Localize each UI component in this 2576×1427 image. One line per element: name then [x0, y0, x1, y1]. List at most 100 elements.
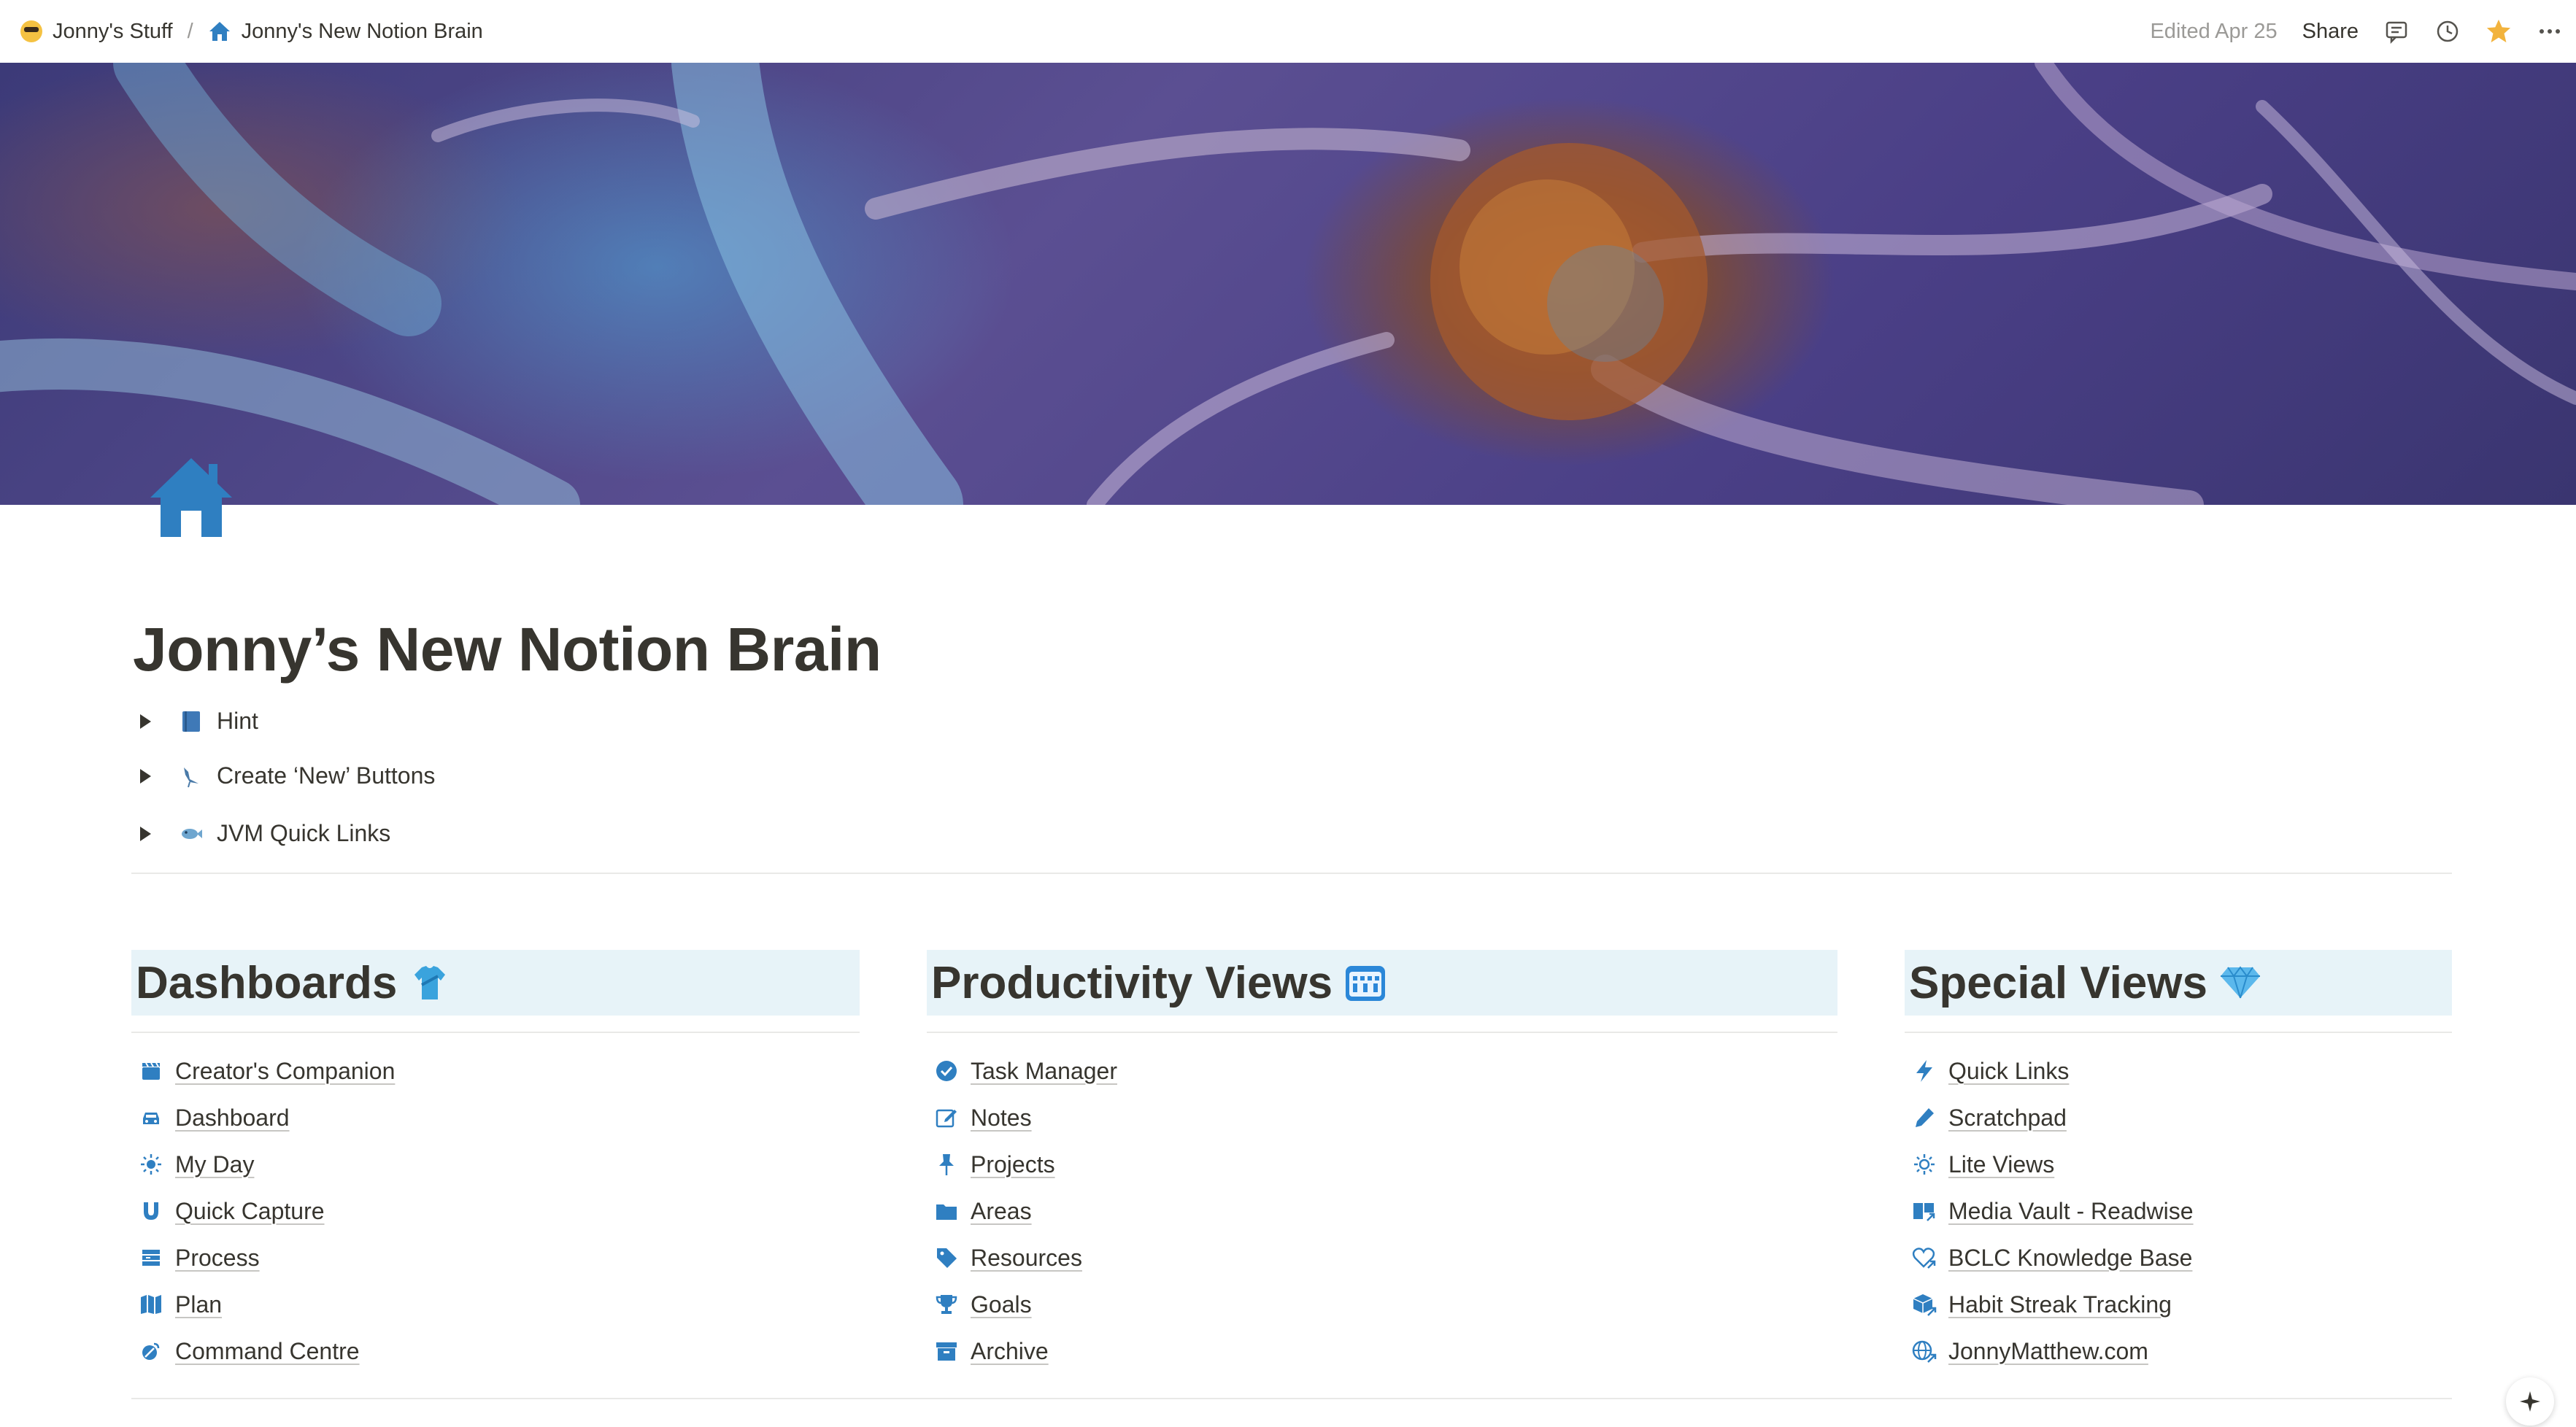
house-icon: [209, 22, 230, 41]
link-habit-streak-tracking[interactable]: Habit Streak Tracking: [1905, 1281, 2452, 1328]
column-rule: [1905, 1032, 2452, 1033]
toggle-hint[interactable]: Hint: [140, 708, 258, 735]
map-icon: [139, 1292, 163, 1317]
link-quick-capture[interactable]: Quick Capture: [131, 1188, 860, 1234]
toggle-create-new-buttons[interactable]: Create ‘New’ Buttons: [140, 762, 435, 789]
toggle-create-new-buttons-label: Create ‘New’ Buttons: [217, 762, 436, 789]
link-label[interactable]: Quick Capture: [175, 1198, 325, 1225]
history-icon[interactable]: [2434, 18, 2461, 45]
link-label[interactable]: Quick Links: [1948, 1058, 2069, 1085]
link-label[interactable]: BCLC Knowledge Base: [1948, 1245, 2192, 1272]
checkmark-icon: [934, 1059, 959, 1083]
link-label[interactable]: Dashboard: [175, 1105, 290, 1132]
link-creators-companion[interactable]: Creator's Companion: [131, 1048, 860, 1094]
link-scratchpad[interactable]: Scratchpad: [1905, 1094, 2452, 1141]
fish-icon: [179, 821, 204, 846]
link-quick-links[interactable]: Quick Links: [1905, 1048, 2452, 1094]
column-header: Special Views: [1905, 950, 2452, 1016]
column-special-views: Special Views Quick Links Scratchpad Lit…: [1905, 950, 2452, 1374]
link-label[interactable]: Resources: [971, 1245, 1082, 1272]
link-label[interactable]: JonnyMatthew.com: [1948, 1338, 2148, 1365]
link-label[interactable]: Task Manager: [971, 1058, 1117, 1085]
link-my-day[interactable]: My Day: [131, 1141, 860, 1188]
link-label[interactable]: Media Vault - Readwise: [1948, 1198, 2194, 1225]
link-lite-views[interactable]: Lite Views: [1905, 1141, 2452, 1188]
link-label[interactable]: Process: [175, 1245, 260, 1272]
link-list: Task Manager Notes Projects Areas Resour…: [927, 1048, 1837, 1374]
toggle-hint-label: Hint: [217, 708, 258, 734]
link-list: Creator's Companion Dashboard My Day Qui…: [131, 1048, 860, 1374]
link-command-centre[interactable]: Command Centre: [131, 1328, 860, 1374]
breadcrumb: Jonny's Stuff / Jonny's New Notion Brain: [13, 15, 490, 48]
column-title: Special Views: [1909, 957, 2207, 1008]
more-icon[interactable]: [2537, 18, 2563, 45]
link-areas[interactable]: Areas: [927, 1188, 1837, 1234]
link-label[interactable]: My Day: [175, 1151, 254, 1178]
cover-image: [0, 63, 2576, 505]
column-header: Dashboards: [131, 950, 860, 1016]
car-icon: [139, 1105, 163, 1130]
link-jonnymatthew-com[interactable]: JonnyMatthew.com: [1905, 1328, 2452, 1374]
comment-icon[interactable]: [2383, 18, 2410, 45]
pen-icon: [1912, 1105, 1937, 1130]
link-dashboard[interactable]: Dashboard: [131, 1094, 860, 1141]
link-archive[interactable]: Archive: [927, 1328, 1837, 1374]
link-projects[interactable]: Projects: [927, 1141, 1837, 1188]
toggle-arrow-icon[interactable]: [140, 826, 151, 841]
cube-link-icon: [1912, 1292, 1937, 1317]
link-label[interactable]: Command Centre: [175, 1338, 360, 1365]
page-title[interactable]: Jonny’s New Notion Brain: [133, 614, 882, 685]
folder-icon: [934, 1199, 959, 1223]
link-process[interactable]: Process: [131, 1234, 860, 1281]
archive-icon: [934, 1339, 959, 1364]
link-label[interactable]: Creator's Companion: [175, 1058, 395, 1085]
link-plan[interactable]: Plan: [131, 1281, 860, 1328]
link-bclc-knowledge-base[interactable]: BCLC Knowledge Base: [1905, 1234, 2452, 1281]
toggle-arrow-icon[interactable]: [140, 768, 151, 784]
toggle-jvm-quick-links[interactable]: JVM Quick Links: [140, 820, 390, 847]
link-label[interactable]: Habit Streak Tracking: [1948, 1291, 2172, 1318]
sun-outline-icon: [1912, 1152, 1937, 1177]
link-label[interactable]: Scratchpad: [1948, 1105, 2067, 1132]
link-goals[interactable]: Goals: [927, 1281, 1837, 1328]
breadcrumb-page-label: Jonny's New Notion Brain: [241, 19, 483, 43]
breadcrumb-page[interactable]: Jonny's New Notion Brain: [201, 15, 490, 48]
column-rule: [927, 1032, 1837, 1033]
edited-timestamp: Edited Apr 25: [2150, 19, 2278, 43]
breadcrumb-separator: /: [187, 19, 193, 43]
tshirt-icon: [409, 962, 451, 1004]
magnet-icon: [139, 1199, 163, 1223]
column-productivity-views: Productivity Views Task Manager Notes Pr…: [927, 950, 1837, 1374]
link-label[interactable]: Projects: [971, 1151, 1055, 1178]
link-label[interactable]: Lite Views: [1948, 1151, 2054, 1178]
link-label[interactable]: Areas: [971, 1198, 1032, 1225]
toggle-arrow-icon[interactable]: [140, 714, 151, 729]
book-icon: [179, 709, 204, 734]
book-link-icon: [1912, 1199, 1937, 1223]
column-header: Productivity Views: [927, 950, 1837, 1016]
house-icon[interactable]: [146, 452, 236, 543]
clapper-icon: [139, 1059, 163, 1083]
sparkle-icon: [2520, 1391, 2540, 1412]
top-bar: Jonny's Stuff / Jonny's New Notion Brain…: [0, 0, 2576, 63]
star-icon[interactable]: [2486, 18, 2512, 45]
share-button[interactable]: Share: [2302, 20, 2359, 44]
link-list: Quick Links Scratchpad Lite Views Media …: [1905, 1048, 2452, 1374]
link-resources[interactable]: Resources: [927, 1234, 1837, 1281]
link-label[interactable]: Archive: [971, 1338, 1049, 1365]
sunglasses-emoji-icon: [20, 20, 42, 42]
link-label[interactable]: Plan: [175, 1291, 222, 1318]
breadcrumb-workspace[interactable]: Jonny's Stuff: [13, 15, 180, 48]
link-media-vault-readwise[interactable]: Media Vault - Readwise: [1905, 1188, 2452, 1234]
pushpin-icon: [934, 1152, 959, 1177]
ai-assistant-button[interactable]: [2506, 1377, 2554, 1426]
link-task-manager[interactable]: Task Manager: [927, 1048, 1837, 1094]
gem-icon: [2219, 962, 2261, 1004]
breadcrumb-workspace-label: Jonny's Stuff: [53, 19, 173, 43]
link-label[interactable]: Goals: [971, 1291, 1032, 1318]
topbar-actions: Edited Apr 25 Share: [2150, 18, 2563, 45]
column-dashboards: Dashboards Creator's Companion Dashboard…: [131, 950, 860, 1374]
link-label[interactable]: Notes: [971, 1105, 1032, 1132]
column-title: Productivity Views: [931, 957, 1333, 1008]
link-notes[interactable]: Notes: [927, 1094, 1837, 1141]
